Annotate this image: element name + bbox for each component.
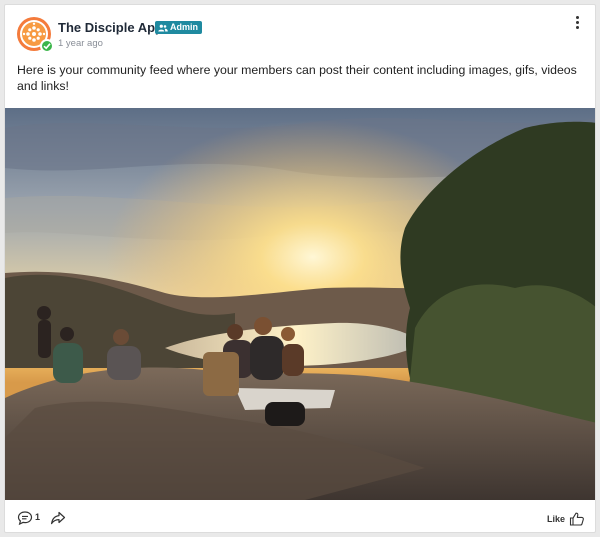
share-arrow-icon[interactable] <box>50 510 66 526</box>
thumbs-up-icon <box>569 512 584 526</box>
comment-icon[interactable] <box>17 510 33 526</box>
post-header: The Disciple App Admin 1 year ago <box>5 5 595 57</box>
author-avatar[interactable] <box>17 17 54 53</box>
post-timestamp: 1 year ago <box>58 38 103 49</box>
comment-count: 1 <box>35 512 41 522</box>
check-badge-icon <box>40 39 54 53</box>
admin-badge-label: Admin <box>170 22 198 32</box>
users-icon <box>158 24 168 31</box>
like-label: Like <box>546 514 565 524</box>
post-text: Here is your community feed where your m… <box>17 63 577 93</box>
kebab-menu-icon[interactable] <box>573 15 581 31</box>
like-button[interactable]: Like <box>547 510 585 528</box>
post-card: The Disciple App Admin 1 year ago Here i… <box>4 4 596 533</box>
admin-badge: Admin <box>155 21 202 34</box>
post-image[interactable] <box>5 108 596 500</box>
post-footer: 1 Like <box>5 500 595 532</box>
author-name[interactable]: The Disciple App <box>58 20 163 35</box>
